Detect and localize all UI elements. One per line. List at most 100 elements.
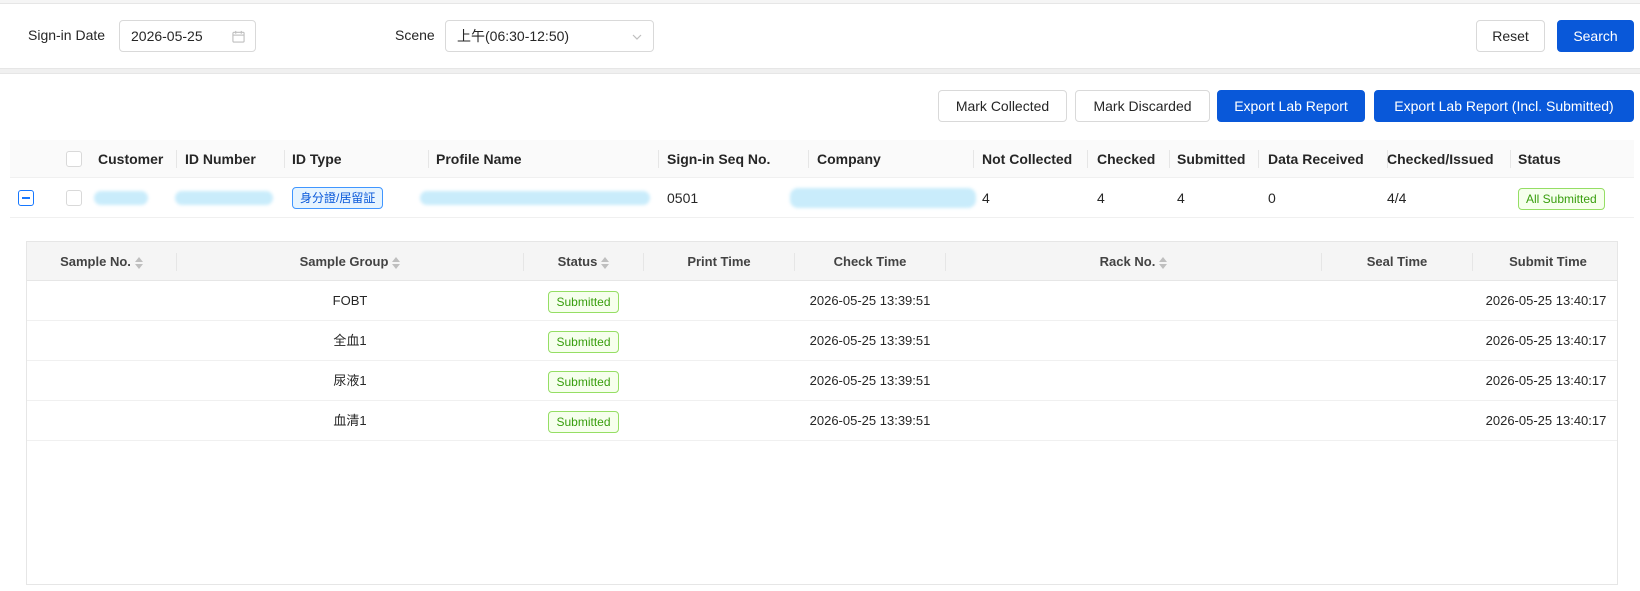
col-not-collected: Not Collected [982,151,1073,167]
submit-time-cell: 2026-05-25 13:40:17 [1485,373,1607,388]
check-time-cell: 2026-05-25 13:39:51 [809,413,931,428]
customer-redacted [94,191,148,205]
col-sample-group-label: Sample Group [299,254,389,269]
submit-time-cell: 2026-05-25 13:40:17 [1485,413,1607,428]
column-divider [808,150,809,168]
sample-group-cell: 全血1 [333,333,367,348]
column-divider [973,150,974,168]
status-cell: All Submitted [1518,178,1605,218]
check-time-cell: 2026-05-25 13:39:51 [809,373,931,388]
chevron-down-icon [631,21,643,51]
data-received-cell: 0 [1268,190,1276,206]
sample-row[interactable]: 尿液1 Submitted 2026-05-25 13:39:51 2026-0… [27,361,1617,401]
submitted-badge: Submitted [548,290,619,313]
id-type-tag: 身分證/居留証 [292,187,384,209]
sign-in-date-label: Sign-in Date [28,27,106,43]
sample-subtable: Sample No. Sample Group Status Print Tim… [26,241,1618,585]
col-checked: Checked [1097,151,1156,167]
submitted-badge: Submitted [548,410,619,433]
submit-time-cell: 2026-05-25 13:40:17 [1485,333,1607,348]
profile-name-redacted [420,191,650,205]
submitted-badge: Submitted [548,330,619,353]
col-print-time: Print Time [687,254,751,269]
col-check-time: Check Time [833,254,907,269]
col-status: Status [1518,151,1561,167]
submitted-badge: Submitted [548,370,619,393]
sample-group-cell: FOBT [332,293,368,308]
subtable-header: Sample No. Sample Group Status Print Tim… [27,242,1617,281]
mark-collected-button[interactable]: Mark Collected [938,90,1067,122]
not-collected-cell: 4 [982,190,990,206]
col-checked-issued: Checked/Issued [1387,151,1494,167]
status-badge: All Submitted [1518,188,1605,210]
sample-group-cell: 血清1 [333,413,367,428]
col-sample-no[interactable]: Sample No. [27,242,176,281]
column-divider [1087,150,1088,168]
col-rack-no[interactable]: Rack No. [946,242,1321,281]
col-id-number: ID Number [185,151,256,167]
sample-status-cell: Submitted [524,361,643,401]
col-status[interactable]: Status [524,242,643,281]
scene-select[interactable]: 上午(06:30-12:50) [445,20,654,52]
sample-row[interactable]: FOBT Submitted 2026-05-25 13:39:51 2026-… [27,281,1617,321]
sample-status-cell: Submitted [524,281,643,321]
check-time-cell: 2026-05-25 13:39:51 [809,293,931,308]
sample-row[interactable]: 全血1 Submitted 2026-05-25 13:39:51 2026-0… [27,321,1617,361]
col-company: Company [817,151,881,167]
col-id-type: ID Type [292,151,342,167]
action-toolbar: Mark Collected Mark Discarded Export Lab… [0,74,1640,140]
filter-bar: Sign-in Date 2026-05-25 Scene 上午(06:30-1… [0,4,1640,68]
sort-icon[interactable] [1159,256,1168,269]
table-header: Customer ID Number ID Type Profile Name … [10,140,1634,178]
scene-value: 上午(06:30-12:50) [457,28,570,44]
customer-table: Customer ID Number ID Type Profile Name … [10,140,1634,218]
sort-icon[interactable] [392,256,401,269]
col-status-label: Status [557,254,598,269]
calendar-icon [232,21,245,51]
col-submitted: Submitted [1177,151,1246,167]
seq-no-cell: 0501 [667,190,699,206]
collapse-row-icon[interactable] [18,190,34,206]
scene-label: Scene [395,27,435,43]
sample-group-cell: 尿液1 [333,373,367,388]
search-button[interactable]: Search [1557,20,1634,52]
col-submit-time: Submit Time [1509,254,1587,269]
column-divider [1258,150,1259,168]
col-data-received: Data Received [1268,151,1364,167]
select-all-checkbox[interactable] [66,151,82,167]
col-sample-no-label: Sample No. [60,254,131,269]
sample-row[interactable]: 血清1 Submitted 2026-05-25 13:39:51 2026-0… [27,401,1617,441]
sample-status-cell: Submitted [524,321,643,361]
col-seal-time: Seal Time [1366,254,1428,269]
sample-status-cell: Submitted [524,401,643,441]
column-divider [658,150,659,168]
id-number-redacted [175,191,273,205]
col-sign-in-seq-no: Sign-in Seq No. [667,151,771,167]
column-divider [428,150,429,168]
col-profile-name: Profile Name [436,151,522,167]
checked-cell: 4 [1097,190,1105,206]
reset-button[interactable]: Reset [1476,20,1545,52]
sort-icon[interactable] [601,256,610,269]
submitted-cell: 4 [1177,190,1185,206]
company-redacted [790,188,976,208]
check-time-cell: 2026-05-25 13:39:51 [809,333,931,348]
column-divider [284,150,285,168]
column-divider [1169,150,1170,168]
mark-discarded-button[interactable]: Mark Discarded [1075,90,1210,122]
checked-issued-cell: 4/4 [1387,190,1407,206]
column-divider [176,150,177,168]
column-divider [1510,150,1511,168]
col-rack-no-label: Rack No. [1099,254,1156,269]
col-customer: Customer [98,151,164,167]
submit-time-cell: 2026-05-25 13:40:17 [1485,293,1607,308]
sign-in-date-value: 2026-05-25 [131,28,203,44]
table-row[interactable]: 身分證/居留証 0501 4 4 4 0 4/4 All Submitted [10,178,1634,218]
results-panel: Mark Collected Mark Discarded Export Lab… [0,74,1640,591]
sign-in-date-picker[interactable]: 2026-05-25 [119,20,256,52]
row-checkbox[interactable] [66,190,82,206]
col-sample-group[interactable]: Sample Group [177,242,523,281]
export-lab-report-button[interactable]: Export Lab Report [1217,90,1365,122]
sort-icon[interactable] [134,256,143,269]
export-lab-report-incl-submitted-button[interactable]: Export Lab Report (Incl. Submitted) [1374,90,1634,122]
